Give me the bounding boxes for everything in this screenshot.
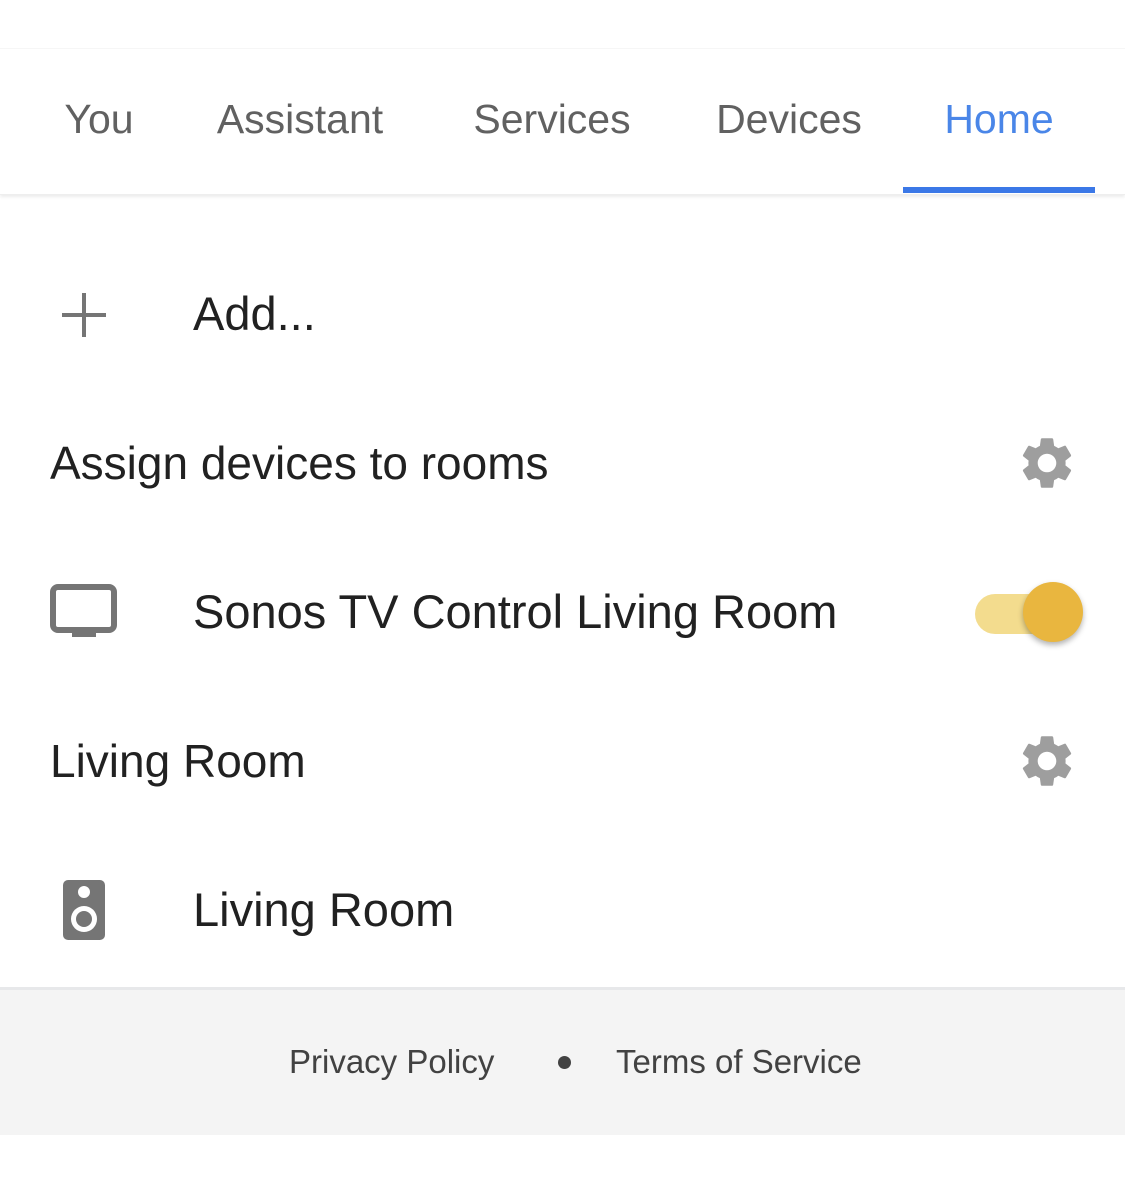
footer: Privacy Policy Terms of Service bbox=[0, 987, 1125, 1135]
tab-bar: You Assistant Services Devices Home bbox=[0, 49, 1125, 195]
tab-services[interactable]: Services bbox=[455, 49, 649, 194]
status-area bbox=[0, 0, 1125, 49]
tab-home[interactable]: Home bbox=[903, 49, 1095, 194]
gear-icon[interactable] bbox=[1016, 730, 1078, 792]
section-title-assign-devices: Assign devices to rooms bbox=[50, 437, 549, 489]
section-title-living-room: Living Room bbox=[50, 735, 306, 787]
device-label: Sonos TV Control Living Room bbox=[193, 585, 838, 638]
device-row-living-room-speaker[interactable]: Living Room bbox=[0, 836, 1125, 984]
add-button[interactable]: Add... bbox=[0, 240, 1125, 388]
tab-devices[interactable]: Devices bbox=[700, 49, 878, 194]
device-toggle[interactable] bbox=[975, 581, 1085, 643]
toggle-knob bbox=[1023, 582, 1083, 642]
speaker-icon bbox=[63, 880, 105, 940]
active-tab-indicator bbox=[903, 187, 1095, 193]
gear-icon[interactable] bbox=[1016, 432, 1078, 494]
plus-icon bbox=[62, 293, 106, 337]
footer-separator bbox=[558, 1056, 571, 1069]
tab-you[interactable]: You bbox=[52, 49, 146, 194]
device-row-sonos-tv[interactable]: Sonos TV Control Living Room bbox=[0, 538, 1125, 686]
terms-of-service-link[interactable]: Terms of Service bbox=[616, 1042, 862, 1082]
tab-assistant[interactable]: Assistant bbox=[196, 49, 404, 194]
privacy-policy-link[interactable]: Privacy Policy bbox=[289, 1042, 494, 1082]
tv-icon bbox=[50, 584, 118, 640]
add-label: Add... bbox=[193, 287, 316, 340]
device-label: Living Room bbox=[193, 883, 455, 936]
